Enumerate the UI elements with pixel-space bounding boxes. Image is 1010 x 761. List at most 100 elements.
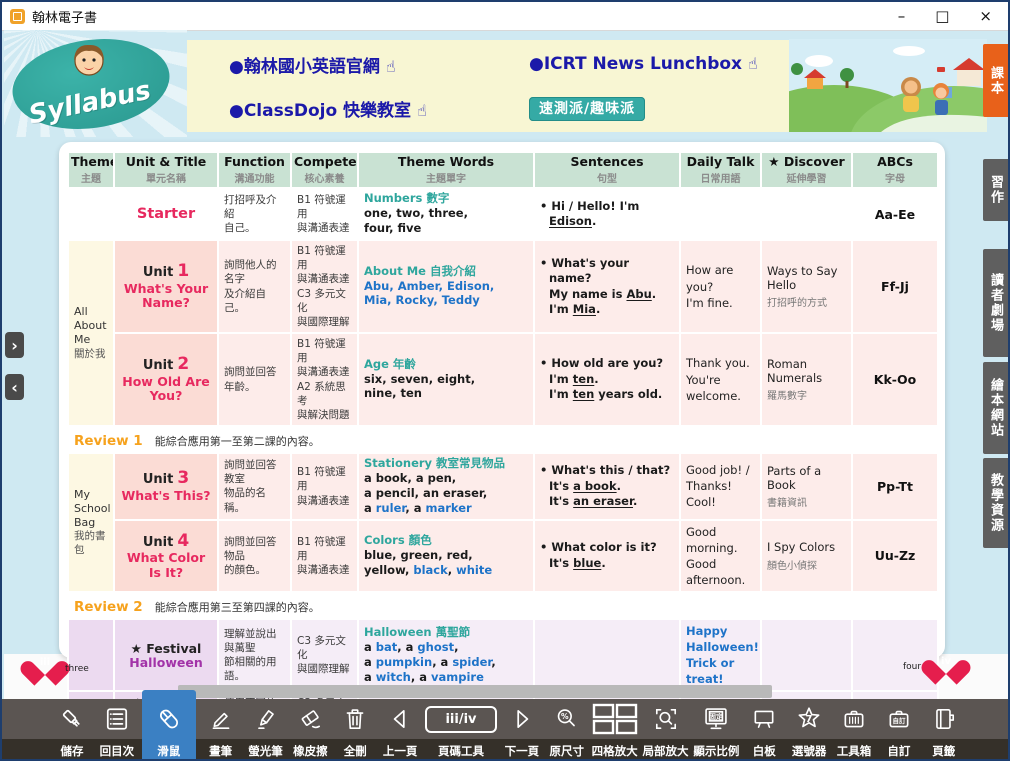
header-function: Function溝通功能 (218, 152, 291, 188)
unit-title-cell: Unit2How Old Are You? (114, 333, 218, 426)
next-page-button[interactable]: 下一頁 (502, 699, 542, 761)
svg-text:%: % (561, 712, 569, 721)
function-cell: 詢問並回答教室 物品的名稱。 (218, 453, 291, 520)
banner-link-box: ●翰林國小英語官網☝ ●ICRT News Lunchbox☝ ●ClassDo… (187, 40, 789, 132)
page-indicator[interactable]: iii/iv (425, 706, 497, 733)
eraser-tool-button[interactable]: 橡皮擦 (290, 699, 330, 761)
page-number-heart-right: iv (931, 650, 961, 677)
daily-talk-cell: Thank you. You're welcome. (680, 333, 761, 426)
tab-teaching-resources[interactable]: 教學資源 (983, 458, 1008, 548)
magnifier-brackets-icon (653, 699, 679, 739)
sentences-cell: • How old are you? I'm ten. I'm ten year… (534, 333, 680, 426)
row-review2: Review 2能綜合應用第三至第四課的內容。 (68, 592, 938, 619)
theme-words-cell: Numbers 數字one, two, three, four, five (358, 188, 534, 240)
original-size-button[interactable]: % 原尺寸 (547, 699, 587, 761)
competency-cell: B1 符號運用 與溝通表達 A2 系統思考 與解決問題 (291, 333, 358, 426)
unit-title-cell: Unit3What's This? (114, 453, 218, 520)
row-festival: ★ FestivalHalloween 理解並說出與萬聖 節相關的用語。 C3 … (68, 619, 938, 691)
competency-cell: C3 多元文化 與國際理解 (291, 619, 358, 691)
book-tab-icon (931, 699, 957, 739)
toolbox-button[interactable]: 工具箱 (834, 699, 874, 761)
discover-cell: Parts of a Book書籍資訊 (761, 453, 852, 520)
page-tab-button[interactable]: 頁籤 (924, 699, 964, 761)
header-unit-title: Unit & Title單元名稱 (114, 152, 218, 188)
tab-picturebook-site[interactable]: 繪本網站 (983, 362, 1008, 454)
window-controls: – □ × (898, 9, 1008, 24)
display-ratio-button[interactable]: 固定 顯示比例 (693, 699, 739, 761)
page-number-word-left: three (65, 664, 89, 674)
pen-tool-button[interactable]: 畫筆 (201, 699, 241, 761)
page-number-heart-left: iii (30, 651, 60, 678)
number-picker-button[interactable]: 7 選號器 (789, 699, 829, 761)
theme-cell (68, 188, 114, 240)
quad-zoom-button[interactable]: 四格放大 (592, 699, 638, 761)
theme-cell (68, 619, 114, 691)
daily-talk-cell: How are you? I'm fine. (680, 240, 761, 333)
right-triangle-icon (509, 699, 535, 739)
left-triangle-icon (387, 699, 413, 739)
syllabus-logo-zone: Syllabus (4, 30, 187, 137)
horizontal-scrollbar[interactable] (178, 685, 772, 698)
tab-workbook[interactable]: 習作 (983, 159, 1008, 221)
abcs-cell: Pp-Tt (852, 453, 938, 520)
highlighter-tool-button[interactable]: 螢光筆 (246, 699, 286, 761)
abcs-cell: Uu-Zz (852, 520, 938, 592)
abcs-cell: Kk-Oo (852, 333, 938, 426)
tab-textbook[interactable]: 課本 (983, 44, 1008, 117)
minimize-button[interactable]: – (898, 9, 906, 24)
countryside-illustration (789, 39, 987, 132)
link-icrt-news-lunchbox[interactable]: ●ICRT News Lunchbox☝ (529, 54, 789, 74)
svg-text:自訂: 自訂 (892, 716, 906, 725)
ebook-app-window: 翰林電子書 – □ × Syllabus ●翰林國小英語官網☝ ●ICRT Ne… (0, 0, 1010, 761)
svg-text:固定: 固定 (709, 712, 723, 721)
pointing-hand-icon: ☝ (386, 57, 396, 76)
tab-readers-theater[interactable]: 讀者劇場 (983, 249, 1008, 357)
maximize-button[interactable]: □ (935, 9, 949, 24)
quick-test-button[interactable]: 速測派/趣味派 (529, 97, 645, 121)
link-hanlin-english-site[interactable]: ●翰林國小英語官網☝ (229, 52, 529, 77)
back-to-contents-button[interactable]: 回目次 (97, 699, 137, 761)
page-number-word-right: four (903, 662, 921, 672)
unit-title-cell: Unit1What's Your Name? (114, 240, 218, 333)
theme-words-cell: Colors 顏色blue, green, red, yellow, black… (358, 520, 534, 592)
svg-text:7: 7 (806, 714, 813, 725)
usb-save-icon (59, 699, 85, 739)
header-daily-talk: Daily Talk日常用語 (680, 152, 761, 188)
link-classdojo[interactable]: ●ClassDojo 快樂教室☝ (229, 96, 529, 121)
daily-talk-cell: Happy Halloween! Trick or treat! (680, 619, 761, 691)
expand-panel-arrow[interactable]: › (5, 332, 24, 358)
discover-cell: Ways to Say Hello打招呼的方式 (761, 240, 852, 333)
daily-talk-cell (680, 188, 761, 240)
unit-title-cell: Unit4What Color Is It? (114, 520, 218, 592)
whiteboard-button[interactable]: 白板 (744, 699, 784, 761)
unit-title-cell: ★ FestivalHalloween (114, 619, 218, 691)
table-of-contents-icon (104, 699, 130, 739)
competency-cell: B1 符號運用 與溝通表達 (291, 453, 358, 520)
app-icon (10, 9, 25, 24)
delete-all-button[interactable]: 全刪 (335, 699, 375, 761)
syllabus-table: Theme主題 Unit & Title單元名稱 Function溝通功能 Co… (67, 151, 939, 761)
theme-words-cell: Stationery 教室常見物品a book, a pen, a pencil… (358, 453, 534, 520)
page-number-tool[interactable]: iii/iv 頁碼工具 (425, 699, 497, 761)
review-row: Review 2能綜合應用第三至第四課的內容。 (68, 592, 938, 619)
close-button[interactable]: × (979, 9, 992, 24)
discover-cell: Roman Numerals羅馬數字 (761, 333, 852, 426)
sentences-cell: • What color is it? It's blue. (534, 520, 680, 592)
row-unit1: All About Me關於我 Unit1What's Your Name? 詢… (68, 240, 938, 333)
custom-button[interactable]: 自訂 自訂 (879, 699, 919, 761)
discover-cell (761, 619, 852, 691)
abcs-cell: Aa-Ee (852, 188, 938, 240)
mouse-tool-button[interactable]: 滑鼠 (142, 690, 196, 761)
pen-icon (208, 699, 234, 739)
function-cell: 理解並說出與萬聖 節相關的用語。 (218, 619, 291, 691)
star-number-icon: 7 (795, 699, 823, 739)
save-button[interactable]: 儲存 (52, 699, 92, 761)
review-row: Review 1能綜合應用第一至第二課的內容。 (68, 426, 938, 453)
area-zoom-button[interactable]: 局部放大 (643, 699, 689, 761)
pointing-hand-icon: ☝ (748, 54, 758, 73)
row-unit3: My School Bag我的書包 Unit3What's This? 詢問並回… (68, 453, 938, 520)
header-abcs: ABCs字母 (852, 152, 938, 188)
previous-page-button[interactable]: 上一頁 (380, 699, 420, 761)
competency-cell: B1 符號運用 與溝通表達 C3 多元文化 與國際理解 (291, 240, 358, 333)
collapse-panel-arrow[interactable]: ‹ (5, 374, 24, 400)
